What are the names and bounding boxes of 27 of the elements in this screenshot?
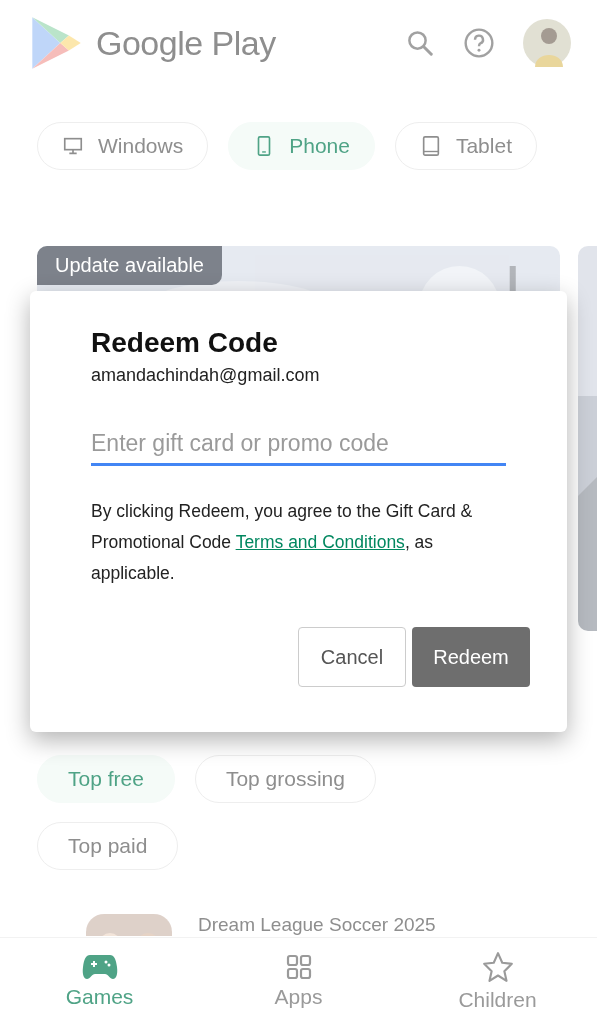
device-tab[interactable]: Tablet [394, 122, 537, 170]
app-name[interactable]: Dream League Soccer 2025 [198, 914, 436, 936]
device-tab[interactable]: Phone [228, 122, 375, 170]
chart-tab[interactable]: Top grossing [194, 755, 376, 803]
dialog-title: Redeem Code [91, 327, 279, 359]
nav-tab[interactable]: Children [422, 949, 573, 1013]
search-icon[interactable] [405, 28, 435, 58]
nav-tab[interactable]: Apps [223, 952, 374, 1010]
update-badge: Update available [37, 246, 222, 285]
help-icon[interactable] [463, 27, 495, 59]
play-logo-icon [30, 15, 82, 71]
avatar[interactable] [523, 19, 571, 67]
code-input-field[interactable]: Enter gift card or promo code [91, 430, 506, 466]
grid-icon [284, 953, 313, 981]
terms-link[interactable]: Terms and Conditions [235, 532, 405, 552]
redeem-button[interactable]: Redeem [412, 627, 530, 687]
app-title: Google Play [96, 23, 276, 63]
device-tab[interactable]: Windows [37, 122, 209, 170]
terms-text: By clicking Redeem, you agree to the Gift Card & Promotional Code Terms and Conditions, as applicable. [91, 500, 474, 585]
nav-tab[interactable]: Games [24, 952, 175, 1010]
gamepad-icon [81, 953, 118, 981]
account-email: amandachindah@gmail.com [91, 365, 321, 386]
chart-tab[interactable]: Top free [37, 755, 175, 803]
chart-tab[interactable]: Top paid [37, 822, 179, 870]
star-icon [480, 950, 515, 984]
cancel-button[interactable]: Cancel [298, 627, 406, 687]
monitor-icon [62, 135, 84, 157]
